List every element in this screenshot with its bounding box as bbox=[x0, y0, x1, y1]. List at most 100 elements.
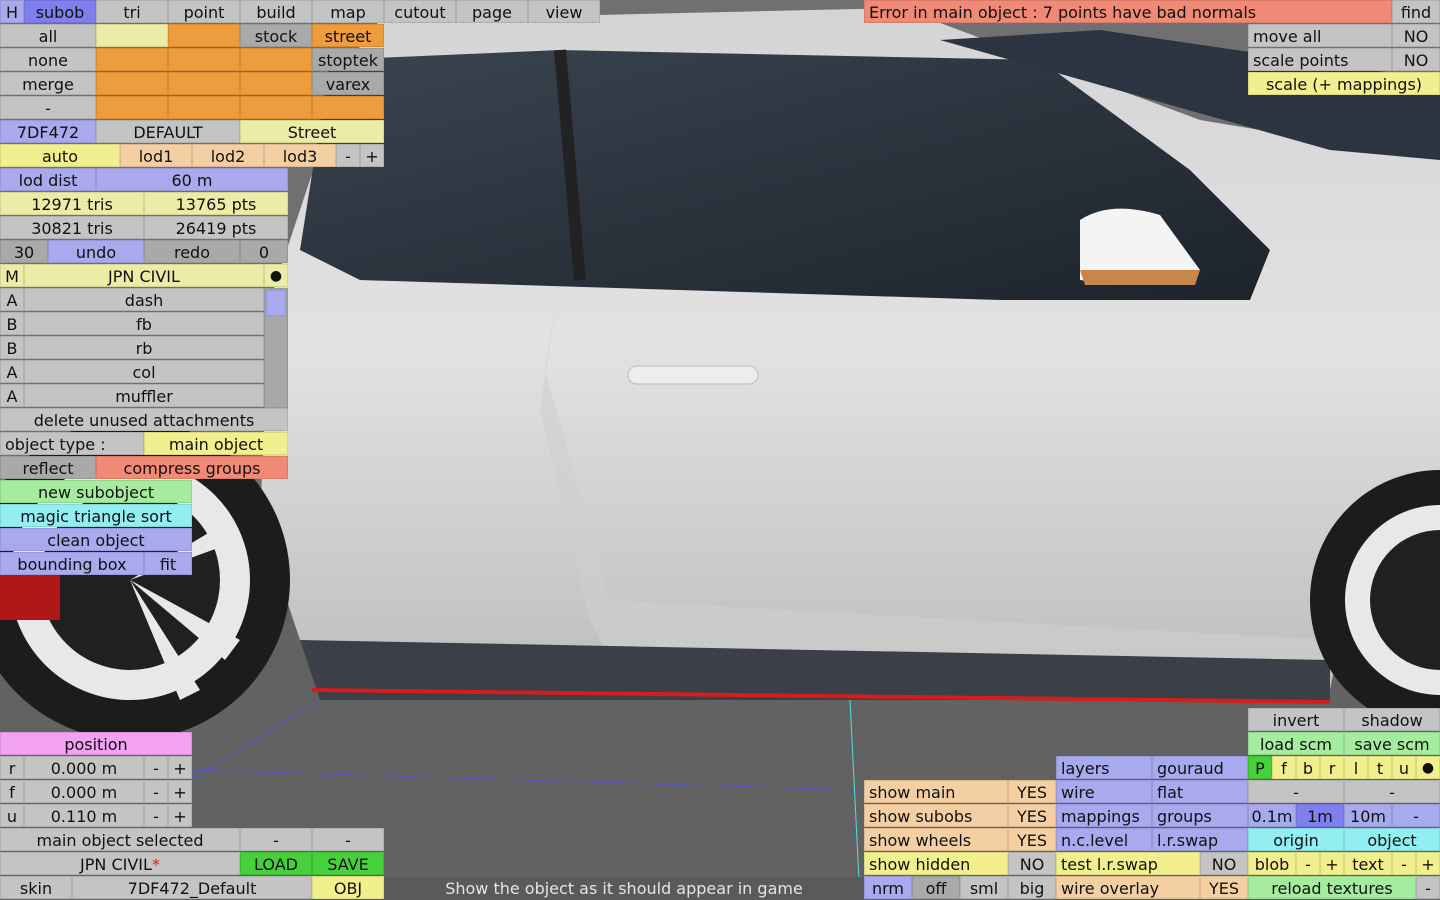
color-slot[interactable] bbox=[168, 72, 240, 95]
mode-stoptek[interactable]: stoptek bbox=[312, 48, 384, 71]
file-name[interactable]: JPN CIVIL* bbox=[0, 852, 240, 875]
color-slot[interactable] bbox=[240, 72, 312, 95]
select-none-button[interactable]: none bbox=[0, 48, 96, 71]
wire-button[interactable]: wire bbox=[1056, 780, 1152, 803]
dash-button[interactable]: - bbox=[0, 96, 96, 119]
wire-overlay-label[interactable]: wire overlay bbox=[1056, 876, 1200, 899]
scale-points-value[interactable]: NO bbox=[1392, 48, 1440, 71]
object-button[interactable]: object bbox=[1344, 828, 1440, 851]
show-main-label[interactable]: show main bbox=[864, 780, 1008, 803]
move-all-value[interactable]: NO bbox=[1392, 24, 1440, 47]
model-name[interactable]: JPN CIVIL bbox=[24, 264, 264, 287]
dash-button[interactable]: - bbox=[240, 828, 312, 851]
move-all-label[interactable]: move all bbox=[1248, 24, 1392, 47]
scrollbar-thumb[interactable] bbox=[266, 290, 286, 316]
list-item[interactable]: col bbox=[24, 360, 264, 383]
test-lr-swap-value[interactable]: NO bbox=[1200, 852, 1248, 875]
gouraud-button[interactable]: gouraud bbox=[1152, 756, 1248, 779]
show-wheels-label[interactable]: show wheels bbox=[864, 828, 1008, 851]
color-slot[interactable] bbox=[96, 48, 168, 71]
view-t[interactable]: t bbox=[1368, 756, 1392, 779]
normals-nrm[interactable]: nrm bbox=[864, 876, 912, 899]
show-hidden-value[interactable]: NO bbox=[1008, 852, 1056, 875]
lr-swap-button[interactable]: l.r.swap bbox=[1152, 828, 1248, 851]
mode-street[interactable]: street bbox=[312, 24, 384, 47]
step-1m[interactable]: 1m bbox=[1296, 804, 1344, 827]
menu-cutout[interactable]: cutout bbox=[384, 0, 456, 23]
model-dot-icon[interactable]: ● bbox=[264, 264, 288, 287]
wire-overlay-value[interactable]: YES bbox=[1200, 876, 1248, 899]
shadow-button[interactable]: shadow bbox=[1344, 708, 1440, 731]
layers-button[interactable]: layers bbox=[1056, 756, 1152, 779]
lod-minus[interactable]: - bbox=[336, 144, 360, 167]
invert-button[interactable]: invert bbox=[1248, 708, 1344, 731]
normals-big[interactable]: big bbox=[1008, 876, 1056, 899]
view-r[interactable]: r bbox=[1320, 756, 1344, 779]
view-p[interactable]: P bbox=[1248, 756, 1272, 779]
test-lr-swap-label[interactable]: test l.r.swap bbox=[1056, 852, 1200, 875]
list-item[interactable]: rb bbox=[24, 336, 264, 359]
color-slot[interactable] bbox=[96, 72, 168, 95]
save-scm-button[interactable]: save scm bbox=[1344, 732, 1440, 755]
object-type-value[interactable]: main object bbox=[144, 432, 288, 455]
blob-minus[interactable]: - bbox=[1296, 852, 1320, 875]
undo-button[interactable]: undo bbox=[48, 240, 144, 263]
origin-button[interactable]: origin bbox=[1248, 828, 1344, 851]
redo-button[interactable]: redo bbox=[144, 240, 240, 263]
menu-subob[interactable]: subob bbox=[24, 0, 96, 23]
load-scm-button[interactable]: load scm bbox=[1248, 732, 1344, 755]
position-r-value[interactable]: 0.000 m bbox=[24, 756, 144, 779]
compress-groups-button[interactable]: compress groups bbox=[96, 456, 288, 479]
dash-button[interactable]: - bbox=[1248, 780, 1344, 803]
position-f-value[interactable]: 0.000 m bbox=[24, 780, 144, 803]
step-0.1m[interactable]: 0.1m bbox=[1248, 804, 1296, 827]
position-r-minus[interactable]: - bbox=[144, 756, 168, 779]
lod3-button[interactable]: lod3 bbox=[264, 144, 336, 167]
dash-button[interactable]: - bbox=[1344, 780, 1440, 803]
lod1-button[interactable]: lod1 bbox=[120, 144, 192, 167]
position-r-plus[interactable]: + bbox=[168, 756, 192, 779]
show-subobs-label[interactable]: show subobs bbox=[864, 804, 1008, 827]
paint-default[interactable]: DEFAULT bbox=[96, 120, 240, 143]
magic-triangle-sort-button[interactable]: magic triangle sort bbox=[0, 504, 192, 527]
position-u-minus[interactable]: - bbox=[144, 804, 168, 827]
paint-street[interactable]: Street bbox=[240, 120, 384, 143]
show-hidden-label[interactable]: show hidden bbox=[864, 852, 1008, 875]
delete-unused-button[interactable]: delete unused attachments bbox=[0, 408, 288, 431]
menu-map[interactable]: map bbox=[312, 0, 384, 23]
new-subobject-button[interactable]: new subobject bbox=[0, 480, 192, 503]
nc-level-button[interactable]: n.c.level bbox=[1056, 828, 1152, 851]
scale-mappings-button[interactable]: scale (+ mappings) bbox=[1248, 72, 1440, 95]
menu-point[interactable]: point bbox=[168, 0, 240, 23]
model-m[interactable]: M bbox=[0, 264, 24, 287]
normals-sml[interactable]: sml bbox=[960, 876, 1008, 899]
view-f[interactable]: f bbox=[1272, 756, 1296, 779]
scale-points-label[interactable]: scale points bbox=[1248, 48, 1392, 71]
dash-button[interactable]: - bbox=[1416, 876, 1440, 899]
mode-varex[interactable]: varex bbox=[312, 72, 384, 95]
view-dot-icon[interactable]: ● bbox=[1416, 756, 1440, 779]
position-u-value[interactable]: 0.110 m bbox=[24, 804, 144, 827]
paint-code[interactable]: 7DF472 bbox=[0, 120, 96, 143]
color-slot[interactable] bbox=[312, 96, 384, 119]
view-u[interactable]: u bbox=[1392, 756, 1416, 779]
lod-auto[interactable]: auto bbox=[0, 144, 120, 167]
color-slot[interactable] bbox=[240, 48, 312, 71]
view-l[interactable]: l bbox=[1344, 756, 1368, 779]
list-item[interactable]: fb bbox=[24, 312, 264, 335]
lod2-button[interactable]: lod2 bbox=[192, 144, 264, 167]
mode-stock[interactable]: stock bbox=[240, 24, 312, 47]
blob-plus[interactable]: + bbox=[1320, 852, 1344, 875]
list-item[interactable]: muffler bbox=[24, 384, 264, 407]
load-button[interactable]: LOAD bbox=[240, 852, 312, 875]
flat-button[interactable]: flat bbox=[1152, 780, 1248, 803]
menu-view[interactable]: view bbox=[528, 0, 600, 23]
obj-button[interactable]: OBJ bbox=[312, 876, 384, 899]
view-b[interactable]: b bbox=[1296, 756, 1320, 779]
color-slot[interactable] bbox=[168, 24, 240, 47]
position-f-minus[interactable]: - bbox=[144, 780, 168, 803]
menu-page[interactable]: page bbox=[456, 0, 528, 23]
clean-object-button[interactable]: clean object bbox=[0, 528, 192, 551]
groups-button[interactable]: groups bbox=[1152, 804, 1248, 827]
reflect-button[interactable]: reflect bbox=[0, 456, 96, 479]
